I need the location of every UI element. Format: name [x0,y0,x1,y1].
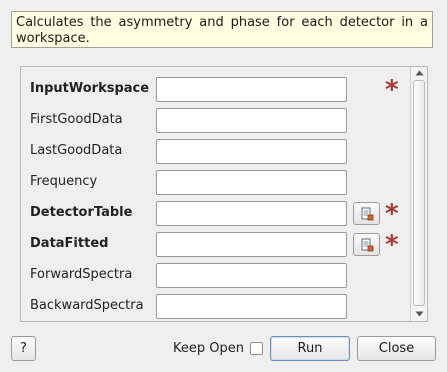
workspace-browse-icon [361,238,373,251]
backwardspectra-label: BackwardSpectra [30,298,144,313]
workspace-browse-icon [361,207,373,220]
inputworkspace-mandatory-icon: * [385,75,399,105]
forwardspectra-input[interactable] [156,263,347,288]
lastgooddata-input[interactable] [156,139,347,164]
datafitted-browse-button[interactable] [353,233,380,256]
detectortable-label: DetectorTable [30,205,133,220]
property-row-firstgooddata: FirstGoodData [21,108,409,134]
firstgooddata-input[interactable] [156,108,347,133]
run-button[interactable]: Run [270,336,350,361]
datafitted-input[interactable] [156,232,347,257]
detectortable-mandatory-icon: * [385,199,399,229]
property-row-lastgooddata: LastGoodData [21,139,409,165]
chevron-down-icon [415,311,423,317]
forwardspectra-label: ForwardSpectra [30,267,133,282]
property-row-inputworkspace: InputWorkspace * [21,77,409,103]
inputworkspace-label: InputWorkspace [30,81,150,96]
keep-open-checkbox[interactable] [250,342,263,355]
keep-open-label: Keep Open [173,341,244,356]
frequency-label: Frequency [30,174,98,189]
lastgooddata-label: LastGoodData [30,143,123,158]
firstgooddata-label: FirstGoodData [30,112,123,127]
property-row-backwardspectra: BackwardSpectra [21,294,409,320]
scrollbar-thumb[interactable] [413,80,425,306]
property-row-frequency: Frequency [21,170,409,196]
frequency-input[interactable] [156,170,347,195]
chevron-up-icon [415,70,423,76]
property-row-datafitted: DataFitted * [21,232,409,258]
help-button[interactable]: ? [11,336,36,361]
properties-scrollbar[interactable] [410,67,427,321]
scroll-down-arrow[interactable] [411,308,427,320]
datafitted-mandatory-icon: * [385,230,399,260]
properties-panel: InputWorkspace * FirstGoodData LastGoodD… [20,66,428,322]
datafitted-label: DataFitted [30,236,109,251]
backwardspectra-input[interactable] [156,294,347,319]
close-button[interactable]: Close [357,336,436,361]
detectortable-input[interactable] [156,201,347,226]
property-row-detectortable: DetectorTable * [21,201,409,227]
detectortable-browse-button[interactable] [353,202,380,225]
property-row-forwardspectra: ForwardSpectra [21,263,409,289]
inputworkspace-input[interactable] [156,77,347,102]
algorithm-description: Calculates the asymmetry and phase for e… [11,11,433,48]
scroll-up-arrow[interactable] [411,67,427,79]
